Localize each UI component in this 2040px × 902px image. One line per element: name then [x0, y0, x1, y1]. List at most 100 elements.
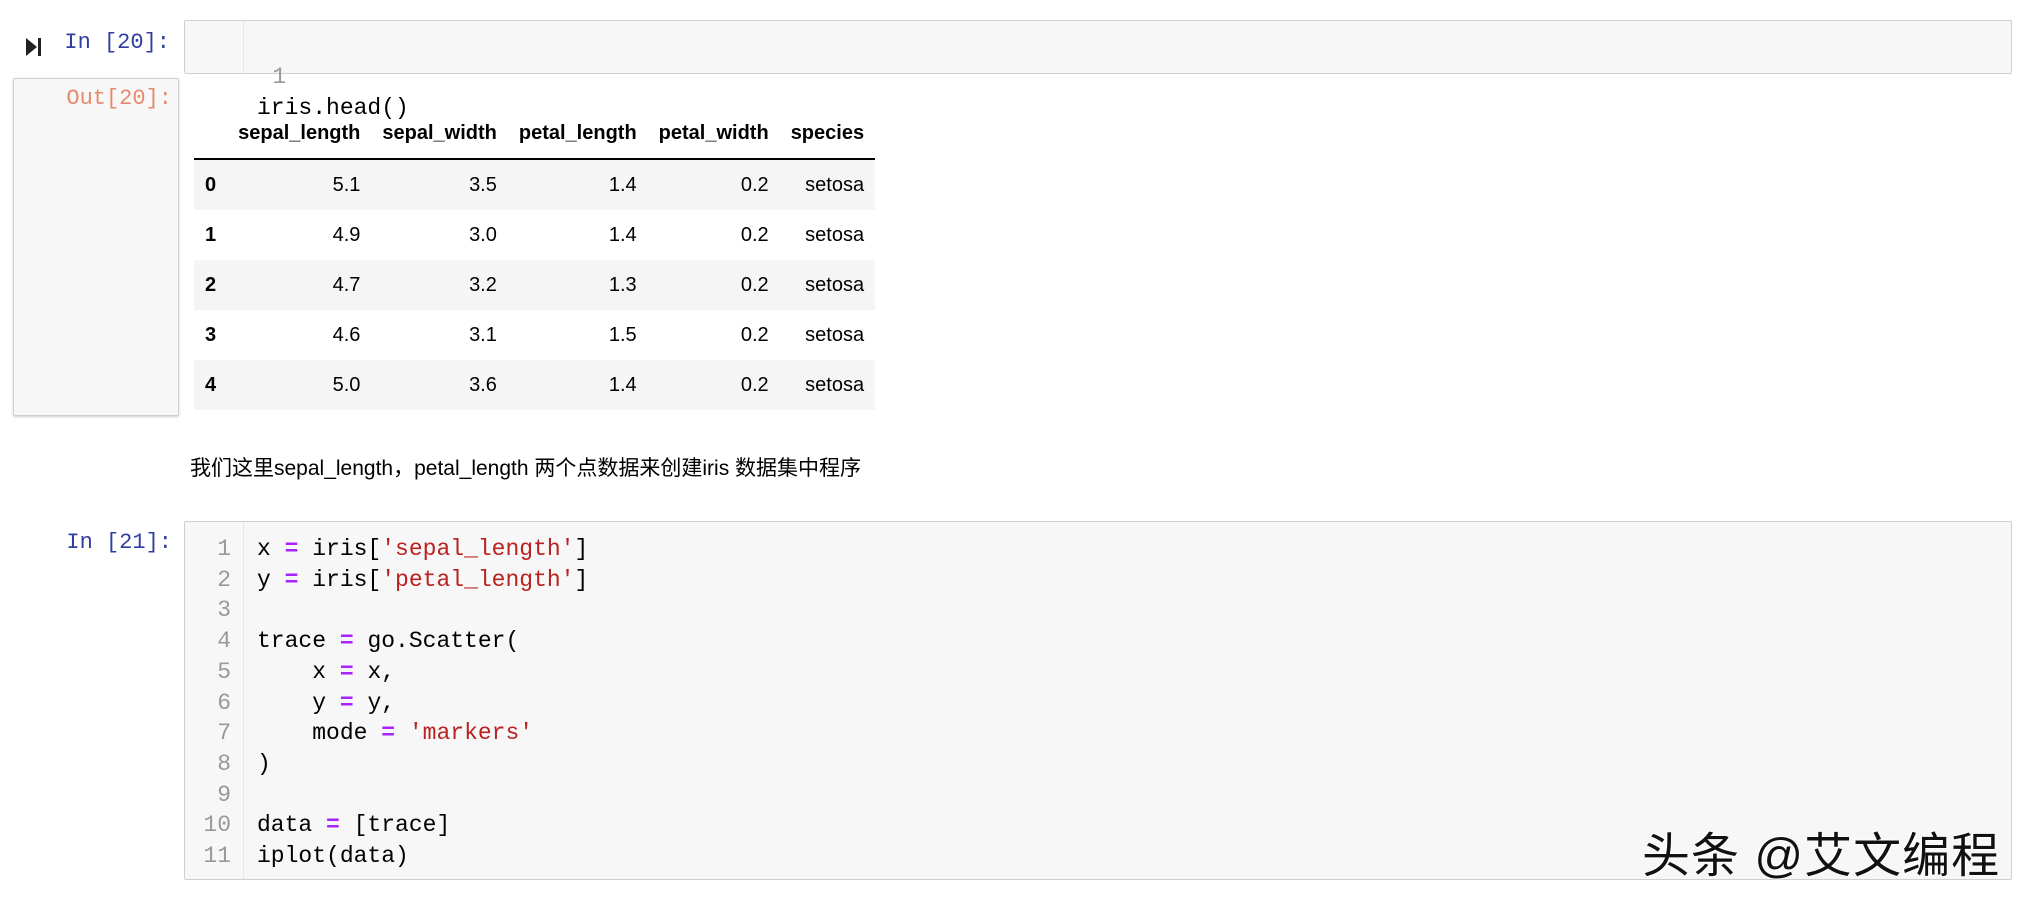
string-token: 'petal_length': [381, 566, 575, 593]
line-number: 11: [203, 843, 231, 869]
code-line: 9: [185, 780, 2011, 811]
line-number: 1: [272, 64, 287, 90]
line-number: 6: [217, 689, 231, 716]
code-line: 2y = iris['petal_length']: [185, 565, 2011, 596]
table-cell: 4.9: [332, 223, 361, 246]
table-row: 2 4.7 3.2 1.3 0.2 setosa: [194, 260, 876, 310]
table-cell: setosa: [805, 223, 865, 246]
line-number: 9: [217, 781, 231, 808]
line-number: 10: [203, 812, 231, 839]
operator-token: =: [339, 658, 354, 685]
table-cell: 5.1: [332, 173, 361, 196]
line-number: 5: [217, 658, 231, 685]
table-row: 1 4.9 3.0 1.4 0.2 setosa: [194, 210, 875, 260]
table-cell: 4.6: [332, 323, 361, 346]
code-text: x = iris['sepal_length']: [257, 534, 588, 565]
input-prompt: In [21]:: [66, 530, 172, 555]
column-header: petal_width: [647, 108, 780, 160]
line-number: 7: [217, 720, 231, 747]
string-token: 'sepal_length': [381, 536, 575, 562]
operator-token: =: [339, 628, 354, 655]
row-index: 0: [205, 173, 217, 196]
table-row: 0 5.1 3.5 1.4 0.2 setosa: [194, 159, 876, 210]
code-cell-input[interactable]: 1 iris.head(): [184, 20, 2012, 121]
code-text: y = iris['petal_length']: [257, 565, 588, 596]
code-token: y,: [353, 689, 396, 716]
line-number: 2: [217, 566, 231, 593]
table-cell: 0.2: [740, 273, 769, 296]
column-header: petal_length: [507, 108, 648, 160]
table-cell: 3.5: [469, 173, 497, 196]
row-index: 2: [205, 273, 217, 296]
code-token: x: [257, 536, 285, 562]
table-cell: 5.0: [332, 373, 361, 396]
code-text: data = [trace]: [257, 810, 450, 841]
watermark: 头条 @艾文编程: [1642, 830, 2001, 883]
table-cell: setosa: [805, 273, 865, 296]
column-header: [194, 108, 228, 160]
table-cell: 4.7: [332, 273, 361, 296]
code-token: ]: [574, 536, 589, 562]
code-token: iplot(data): [257, 843, 409, 869]
operator-token: =: [284, 536, 299, 562]
column-header: sepal_length: [227, 108, 372, 160]
operator-token: =: [339, 689, 354, 716]
table-cell: setosa: [805, 323, 865, 346]
table-cell: 1.3: [608, 273, 637, 296]
code-text: iplot(data): [257, 841, 409, 872]
line-number: 8: [217, 750, 231, 777]
column-header: species: [779, 108, 876, 160]
code-line: 1 iris.head(): [185, 31, 2011, 121]
operator-token: =: [326, 812, 340, 839]
table-cell: 1.4: [608, 373, 637, 396]
code-token: iris[: [298, 566, 382, 593]
table-cell: setosa: [805, 373, 865, 396]
operator-token: =: [284, 566, 299, 593]
row-index: 3: [205, 323, 217, 346]
column-header: sepal_width: [371, 108, 508, 160]
table-cell: 1.4: [608, 173, 637, 196]
line-number: 3: [217, 597, 231, 624]
code-token: y: [257, 566, 285, 593]
table-header-row: sepal_length sepal_width petal_length petal…: [194, 108, 876, 160]
code-line: 1x = iris['sepal_length']: [185, 534, 2011, 565]
code-line: 3: [185, 595, 2011, 626]
code-line: 6 y = y,: [185, 688, 2011, 719]
output-prompt: Out[20]:: [66, 86, 172, 111]
code-text: trace = go.Scatter(: [257, 626, 519, 657]
code-text: y = y,: [257, 688, 395, 719]
line-number: 1: [217, 536, 231, 562]
string-token: 'markers': [408, 720, 534, 747]
code-text: ): [257, 749, 271, 780]
markdown-text: 我们这里sepal_length，petal_length 两个点数据来创建ir…: [190, 457, 862, 480]
table-cell: 0.2: [740, 173, 769, 196]
code-token: y: [257, 689, 340, 716]
operator-token: =: [381, 720, 396, 747]
table-cell: 3.6: [469, 373, 497, 396]
code-line: 4 trace = go.Scatter(: [185, 626, 2011, 657]
code-text: x = x,: [257, 657, 395, 688]
table-cell: 1.4: [608, 223, 637, 246]
table-cell: 3.2: [469, 273, 497, 296]
code-token: ]: [574, 566, 589, 593]
code-line: 8): [185, 749, 2011, 780]
code-token: go.Scatter(: [353, 628, 520, 655]
code-token: ): [257, 750, 271, 777]
table-cell: 3.1: [469, 323, 497, 346]
output-prompt-area[interactable]: [13, 78, 179, 416]
code-token: iris[: [298, 536, 382, 562]
code-token: x,: [353, 658, 396, 685]
code-token: mode: [257, 720, 382, 747]
table-cell: 3.0: [469, 223, 497, 246]
table-cell: 0.2: [740, 323, 769, 346]
table-row: 4 5.0 3.6 1.4 0.2 setosa: [194, 360, 876, 410]
code-line: 5 x = x,: [185, 657, 2011, 688]
code-text: mode = 'markers': [257, 718, 533, 749]
table-row: 3 4.6 3.1 1.5 0.2 setosa: [194, 310, 875, 360]
input-prompt: In [20]:: [64, 30, 170, 55]
code-token: x: [257, 658, 340, 685]
table-cell: 1.5: [608, 323, 637, 346]
table-cell: setosa: [805, 173, 865, 196]
row-index: 4: [205, 373, 217, 396]
